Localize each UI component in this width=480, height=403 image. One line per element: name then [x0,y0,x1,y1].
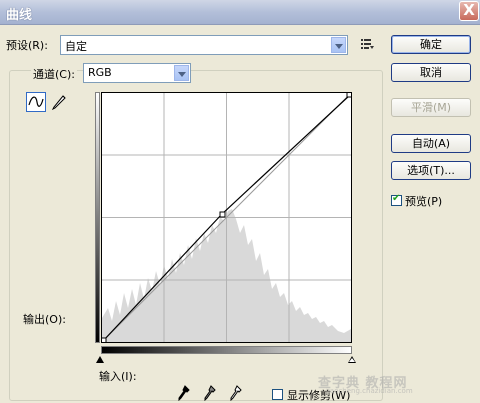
eyedropper-gray-icon[interactable] [204,385,216,401]
show-clipping-checkbox[interactable] [272,389,283,400]
preview-label: 预览(P) [405,195,443,208]
preview-checkbox[interactable]: ✔ [391,193,402,206]
input-label: 输入(I): [99,370,137,383]
preset-select[interactable]: 自定 [60,35,348,55]
close-button[interactable]: X [459,1,479,21]
watermark-url: jiaocheng.chazidian.com [326,387,413,395]
title-bar: 曲线 X [0,0,480,25]
curve-point-white [346,91,353,98]
smooth-button[interactable]: 平滑(M) [391,98,471,117]
curve-point-black [100,337,107,344]
pencil-icon [51,95,66,111]
black-point-slider[interactable] [96,356,104,363]
chevron-down-icon [174,65,189,81]
input-gradient-bar [101,346,352,354]
auto-button[interactable]: 自动(A) [391,134,471,153]
curve-point-mid [219,211,226,218]
ok-button[interactable]: 确定 [391,35,471,54]
channel-value: RGB [88,66,112,79]
channel-label: 通道(C): [31,66,77,82]
checkmark-icon: ✔ [392,193,401,204]
white-point-slider[interactable] [348,356,356,363]
eyedropper-black-icon[interactable] [178,385,190,401]
options-menu-icon[interactable] [361,38,374,50]
window-title: 曲线 [6,8,33,23]
preset-value: 自定 [65,40,87,53]
curve-graph-canvas [100,91,353,344]
output-label: 输出(O): [23,313,66,326]
options-button[interactable]: 选项(T)... [391,161,471,180]
output-gradient-bar [95,92,100,343]
chevron-down-icon [331,37,346,53]
eyedropper-white-icon[interactable] [230,385,242,401]
curve-graph[interactable] [100,91,353,344]
pencil-tool-button[interactable] [50,92,70,112]
channel-select[interactable]: RGB [83,63,191,83]
preset-label: 预设(R): [6,39,48,52]
curve-tool-icon [28,96,44,107]
curve-tool-button[interactable] [26,92,46,112]
cancel-button[interactable]: 取消 [391,63,471,82]
